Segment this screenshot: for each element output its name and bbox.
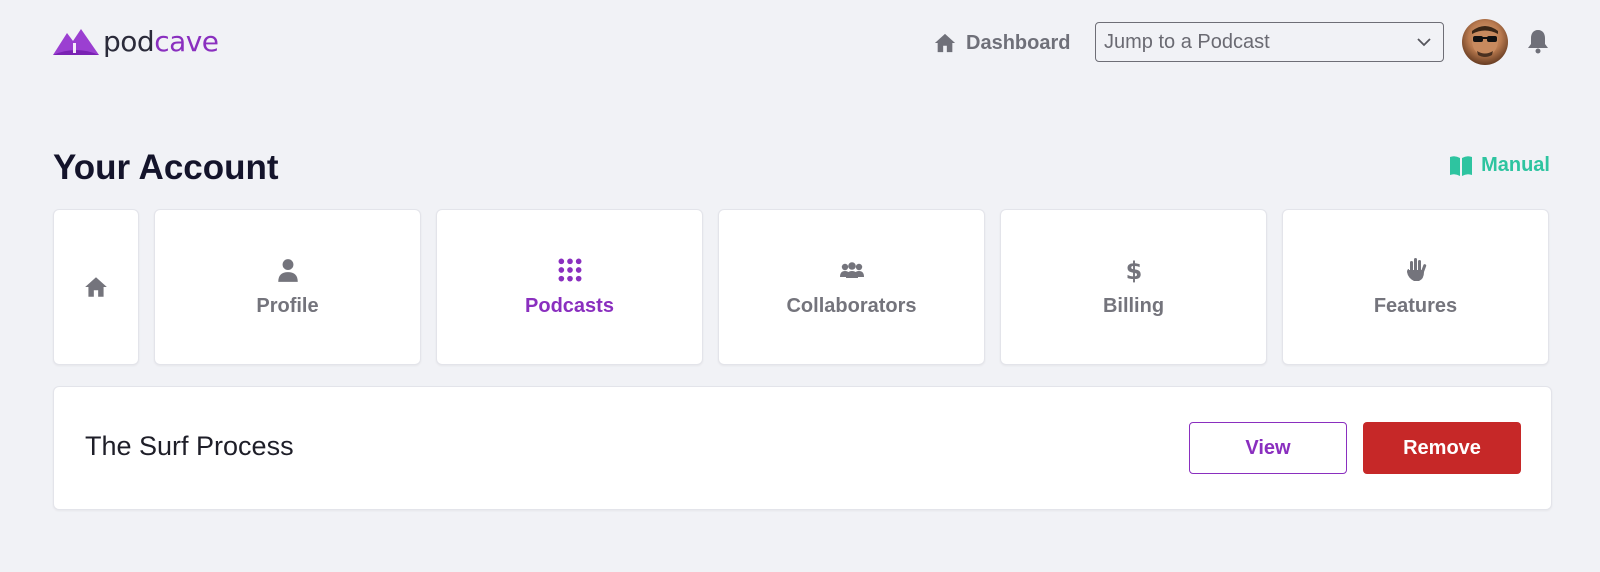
logo-wordmark: podcave — [103, 25, 219, 58]
chevron-down-icon — [1417, 38, 1431, 47]
logo-text-pod: pod — [103, 24, 155, 58]
view-button[interactable]: View — [1189, 422, 1347, 474]
user-avatar[interactable] — [1462, 19, 1508, 65]
tab-label: Podcasts — [525, 294, 614, 317]
podcast-list-item: The Surf Process View Remove — [53, 386, 1552, 510]
mountain-logo-icon — [53, 29, 99, 55]
book-icon — [1450, 155, 1473, 176]
tab-label: Features — [1373, 294, 1458, 317]
dashboard-label: Dashboard — [966, 31, 1071, 54]
tab-label: Billing — [1102, 294, 1165, 317]
top-navbar: podcave Dashboard Jump to a Podcast — [0, 0, 1600, 86]
tab-profile[interactable]: Profile — [154, 209, 421, 365]
podcast-name: The Surf Process — [85, 431, 294, 461]
hand-icon — [1406, 257, 1426, 281]
tab-collaborators[interactable]: Collaborators — [718, 209, 985, 365]
home-icon — [85, 277, 107, 297]
dollar-icon: $ — [1125, 257, 1142, 283]
avatar-image — [1472, 26, 1498, 57]
remove-button[interactable]: Remove — [1363, 422, 1521, 474]
tab-label: Profile — [256, 294, 319, 317]
logo-text-cave: cave — [154, 24, 219, 58]
home-icon — [934, 33, 956, 53]
svg-text:$: $ — [1125, 257, 1142, 283]
dashboard-link[interactable]: Dashboard — [934, 28, 1070, 58]
grid-dots-icon — [558, 258, 581, 281]
jump-select-value: Jump to a Podcast — [1104, 30, 1270, 53]
users-icon — [839, 261, 864, 278]
manual-link[interactable]: Manual — [1449, 154, 1550, 177]
user-icon — [277, 258, 298, 282]
tab-features[interactable]: Features — [1282, 209, 1549, 365]
notification-bell-icon[interactable] — [1526, 28, 1550, 54]
tab-billing[interactable]: $ Billing — [1000, 209, 1267, 365]
jump-to-podcast-select[interactable]: Jump to a Podcast — [1095, 22, 1444, 62]
manual-label: Manual — [1481, 154, 1550, 176]
tab-label: Collaborators — [786, 294, 917, 317]
tab-podcasts[interactable]: Podcasts — [436, 209, 703, 365]
tab-home[interactable] — [53, 209, 139, 365]
page-title: Your Account — [53, 148, 279, 187]
podcave-logo[interactable]: podcave — [53, 24, 219, 58]
